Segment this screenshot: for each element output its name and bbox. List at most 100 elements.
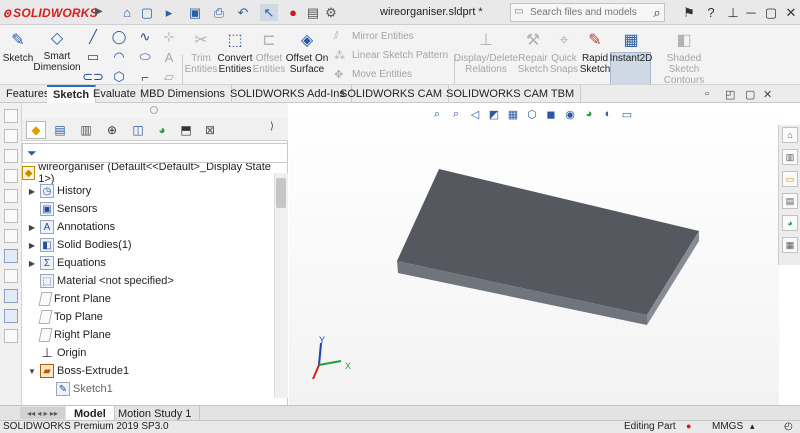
maximize-view-icon[interactable]: ▢ [745, 88, 755, 101]
design-library-icon[interactable]: ▥ [782, 149, 798, 165]
tree-root[interactable]: ◆ wireorganiser (Default<<Default>_Displ… [22, 163, 274, 185]
tool-strip-icon[interactable] [4, 169, 18, 183]
rectangle-icon[interactable]: ▭ [84, 49, 102, 65]
collapse-arrow-icon[interactable]: ▼ [28, 367, 36, 376]
part-top-face[interactable] [397, 169, 699, 315]
solidworks-resources-icon[interactable]: ⌂ [782, 127, 798, 143]
sketch-button[interactable]: ✎ Sketch [2, 29, 34, 64]
file-explorer-icon[interactable]: ▭ [782, 171, 798, 187]
display-manager-tab-icon[interactable]: ◫ [128, 121, 148, 139]
home-icon[interactable]: ⌂ [118, 4, 136, 21]
close-icon[interactable]: ✕ [782, 4, 800, 21]
units-text[interactable]: MMGS [712, 421, 743, 432]
expand-arrow-icon[interactable]: ▶ [28, 187, 36, 196]
select-icon[interactable]: ↖ [260, 4, 278, 21]
tool-strip-icon[interactable] [4, 189, 18, 203]
cam-feature-tab-icon[interactable]: ⬒ [176, 121, 196, 139]
tool-strip-icon[interactable] [4, 129, 18, 143]
search-icon[interactable]: ⌕ [648, 4, 666, 21]
tab-solidworks-add-ins[interactable]: SOLIDWORKS Add-Ins [224, 85, 352, 103]
tab-motion-study-1[interactable]: Motion Study 1 [110, 406, 201, 421]
close-document-icon[interactable]: ✕ [763, 88, 772, 101]
tree-item-history[interactable]: ▶ ◷ History [22, 182, 274, 200]
help-icon[interactable]: ? [702, 4, 720, 21]
more-tabs-icon[interactable]: ⟩ [270, 121, 274, 132]
trim-entities-button[interactable]: ✂ Trim Entities [185, 29, 218, 75]
tab-solidworks-cam-tbm[interactable]: SOLIDWORKS CAM TBM [440, 85, 582, 103]
fillet-icon[interactable]: ⌐ [136, 69, 154, 85]
point-icon[interactable]: ⊹ [160, 29, 178, 45]
ellipse-icon[interactable]: ⬭ [136, 49, 154, 65]
filter-funnel-icon[interactable]: ⏷ [27, 146, 37, 161]
menu-arrow-icon[interactable]: ▶ [95, 6, 103, 17]
print-icon[interactable]: ⎙ [210, 4, 228, 21]
slot-icon[interactable]: ⊂⊃ [82, 69, 104, 85]
tool-strip-icon[interactable] [4, 289, 18, 303]
undo-icon[interactable]: ↶ [234, 4, 252, 21]
feature-manager-tab-icon[interactable]: ◆ [26, 121, 46, 139]
linear-sketch-pattern-item[interactable]: ⁂ Linear Sketch Pattern [334, 46, 454, 64]
options-gear-icon[interactable]: ⚙ [322, 4, 340, 21]
tab-scroll-arrows[interactable]: ◂◂ ◂ ▸ ▸▸ [20, 407, 65, 419]
polygon-icon[interactable]: ⬡ [110, 69, 128, 85]
appearance-tab-icon[interactable]: ◕ [152, 121, 172, 139]
display-delete-relations-button[interactable]: ⊥ Display/Delete Relations [454, 29, 518, 75]
offset-entities-button[interactable]: ⊏ Offset Entities [253, 29, 286, 75]
custom-properties-icon[interactable]: ▦ [782, 237, 798, 253]
maximize-icon[interactable]: ▢ [762, 4, 780, 21]
new-document-icon[interactable]: ▢ [138, 4, 156, 21]
tool-strip-icon[interactable] [4, 229, 18, 243]
tree-item-equations[interactable]: ▶ Σ Equations [22, 254, 274, 272]
tree-item-right-plane[interactable]: Right Plane [22, 326, 274, 344]
tool-strip-icon[interactable] [4, 309, 18, 323]
rapid-sketch-button[interactable]: ✎ Rapid Sketch [580, 29, 611, 75]
solidworks-logo[interactable]: ꙩ SOLIDWORKS [3, 5, 98, 21]
open-icon[interactable]: ▸ [160, 4, 178, 21]
search-box[interactable] [510, 3, 665, 22]
tree-item-front-plane[interactable]: Front Plane [22, 290, 274, 308]
shaded-sketch-contours-button[interactable]: ◧ Shaded Sketch Contours [652, 29, 716, 86]
move-entities-item[interactable]: ✥ Move Entities [334, 65, 454, 83]
expand-arrow-icon[interactable]: ▶ [28, 241, 36, 250]
appearances-icon[interactable]: ◕ [782, 215, 798, 231]
tool-strip-icon[interactable] [4, 109, 18, 123]
tooltip-icon[interactable]: ◴ [784, 421, 793, 432]
tab-model[interactable]: Model [66, 406, 115, 421]
dimxpert-tab-icon[interactable]: ⊕ [102, 121, 122, 139]
tile-icon[interactable]: ◰ [725, 88, 735, 101]
spline-icon[interactable]: ∿ [136, 29, 154, 45]
minimize-icon[interactable]: ─ [742, 4, 760, 21]
tree-item-material[interactable]: ⬚ Material <not specified> [22, 272, 274, 290]
rebuild-status-icon[interactable]: ● [686, 421, 691, 431]
restore-icon[interactable]: ▫ [705, 88, 709, 100]
model-view[interactable]: Y X [289, 103, 779, 405]
circle-icon[interactable]: ◯ [110, 29, 128, 45]
property-manager-tab-icon[interactable]: ▤ [50, 121, 70, 139]
tool-strip-icon[interactable] [4, 209, 18, 223]
tab-mbd-dimensions[interactable]: MBD Dimensions [134, 85, 232, 103]
tool-strip-icon[interactable] [4, 149, 18, 163]
units-dropdown-icon[interactable]: ▴ [750, 421, 755, 432]
tree-item-top-plane[interactable]: Top Plane [22, 308, 274, 326]
convert-entities-button[interactable]: ⬚ Convert Entities [217, 29, 253, 75]
tree-item-origin[interactable]: ⊥ Origin [22, 344, 274, 362]
quick-snaps-button[interactable]: ⌖ Quick Snaps [549, 29, 579, 75]
expand-handle-icon[interactable] [150, 106, 158, 114]
tree-item-annotations[interactable]: ▶ A Annotations [22, 218, 274, 236]
tree-item-sensors[interactable]: ▣ Sensors [22, 200, 274, 218]
configuration-manager-tab-icon[interactable]: ▥ [76, 121, 96, 139]
tree-item-boss-extrude1[interactable]: ▼ ▰ Boss-Extrude1 [22, 362, 274, 380]
instant2d-button[interactable]: ▦ Instant2D [610, 29, 653, 64]
smart-dimension-button[interactable]: ◇ Smart Dimension [33, 27, 80, 73]
search-input[interactable] [516, 7, 641, 18]
plane-icon[interactable]: ▱ [160, 69, 178, 85]
tool-strip-icon[interactable] [4, 249, 18, 263]
rebuild-icon[interactable]: ● [284, 4, 302, 21]
tool-strip-icon[interactable] [4, 269, 18, 283]
tree-item-solid-bodies[interactable]: ▶ ◧ Solid Bodies(1) [22, 236, 274, 254]
cam-operation-tab-icon[interactable]: ⊠ [200, 121, 220, 139]
notifications-icon[interactable]: ⚑ [680, 4, 698, 21]
expand-arrow-icon[interactable]: ▶ [28, 259, 36, 268]
tree-filter[interactable]: ⏷ [22, 143, 288, 163]
offset-on-surface-button[interactable]: ◈ Offset On Surface [285, 29, 329, 75]
